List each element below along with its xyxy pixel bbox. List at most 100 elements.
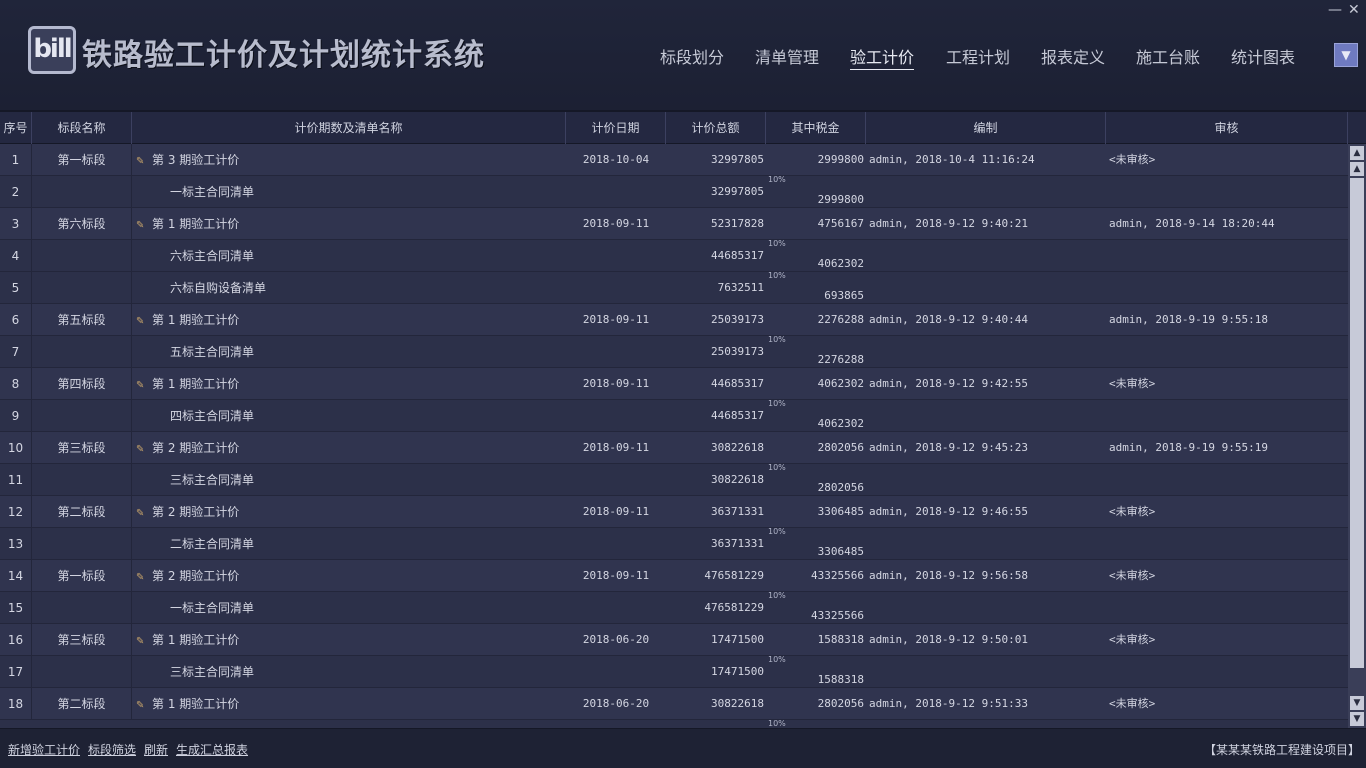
row-editor xyxy=(869,272,1105,304)
row-name-cell: 一标主合同清单 xyxy=(132,176,566,208)
header-seq[interactable]: 序号 xyxy=(0,112,32,144)
row-seq: 15 xyxy=(0,592,32,624)
row-seq: 13 xyxy=(0,528,32,560)
row-audit: <未审核> xyxy=(1109,377,1156,390)
header-name[interactable]: 计价期数及清单名称 xyxy=(132,112,566,144)
scroll-up-icon-secondary[interactable]: ▲ xyxy=(1350,162,1364,176)
pencil-icon[interactable]: ✎ xyxy=(136,434,150,464)
row-seq: 14 xyxy=(0,560,32,592)
nav-item-report-definition[interactable]: 报表定义 xyxy=(1041,44,1105,68)
pencil-icon[interactable]: ✎ xyxy=(136,210,150,240)
scroll-up-icon[interactable]: ▲ xyxy=(1350,146,1364,160)
row-name-cell: 三标主合同清单 xyxy=(132,656,566,688)
pencil-icon[interactable]: ✎ xyxy=(136,690,150,720)
table-row[interactable]: 3 第六标段 ✎ 第 1 期验工计价 2018-09-11 52317828 4756167… xyxy=(0,208,1348,240)
chevron-down-icon[interactable]: ▼ xyxy=(1334,43,1358,67)
row-name-cell: ✎ 第 1 期验工计价 xyxy=(132,624,566,656)
row-tax: 1588318 xyxy=(817,633,864,646)
table-row[interactable]: 17 三标主合同清单 17471500 10% 1588318 xyxy=(0,656,1348,688)
table-row[interactable]: 2 一标主合同清单 32997805 10% 2999800 xyxy=(0,176,1348,208)
close-icon[interactable]: ✕ xyxy=(1348,2,1360,18)
row-editor xyxy=(869,656,1105,688)
add-valuation-link[interactable]: 新增验工计价 xyxy=(8,741,80,758)
row-date: 2018-09-11 xyxy=(582,441,650,454)
row-seq: 1 xyxy=(0,144,32,176)
row-period-name: 第 3 期验工计价 xyxy=(152,153,240,167)
table-row[interactable]: 15 一标主合同清单 476581229 10% 43325566 xyxy=(0,592,1348,624)
row-total: 7632511 xyxy=(717,281,764,294)
pencil-icon[interactable]: ✎ xyxy=(136,562,150,592)
table-row[interactable]: 13 二标主合同清单 36371331 10% 3306485 xyxy=(0,528,1348,560)
header-tax[interactable]: 其中税金 xyxy=(766,112,866,144)
nav-item-list-management[interactable]: 清单管理 xyxy=(755,44,819,68)
row-name-cell: 二标主合同清单 xyxy=(132,528,566,560)
table-row[interactable]: 16 第三标段 ✎ 第 1 期验工计价 2018-06-20 17471500 158831… xyxy=(0,624,1348,656)
row-tax: 4062302 xyxy=(817,417,864,430)
header-total[interactable]: 计价总额 xyxy=(666,112,766,144)
app-logo: bill xyxy=(28,26,76,74)
row-section-name: 第六标段 xyxy=(32,208,132,240)
filter-sections-link[interactable]: 标段筛选 xyxy=(88,741,136,758)
row-audit: <未审核> xyxy=(1109,633,1156,646)
row-total: 36371331 xyxy=(711,505,764,518)
row-date xyxy=(566,176,666,208)
table-row[interactable]: 1 第一标段 ✎ 第 3 期验工计价 2018-10-04 32997805 2999800… xyxy=(0,144,1348,176)
pencil-icon[interactable]: ✎ xyxy=(136,370,150,400)
minimize-icon[interactable]: — xyxy=(1328,2,1342,18)
generate-summary-report-link[interactable]: 生成汇总报表 xyxy=(176,741,248,758)
pencil-icon[interactable]: ✎ xyxy=(136,498,150,528)
row-tax: 3306485 xyxy=(817,545,864,558)
row-period-name: 第 2 期验工计价 xyxy=(152,569,240,583)
table-row[interactable]: 4 六标主合同清单 44685317 10% 4062302 xyxy=(0,240,1348,272)
row-total: 30822618 xyxy=(711,441,764,454)
vertical-scrollbar[interactable]: ▲ ▲ ▼ ▼ xyxy=(1348,144,1366,728)
scroll-down-icon[interactable]: ▼ xyxy=(1350,696,1364,710)
project-name: 【某某某铁路工程建设项目】 xyxy=(1203,743,1360,757)
table-row[interactable]: 18 第二标段 ✎ 第 1 期验工计价 2018-06-20 30822618 280205… xyxy=(0,688,1348,720)
header-editor[interactable]: 编制 xyxy=(866,112,1106,144)
table-row-partial[interactable]: 10% xyxy=(0,720,1348,728)
row-name-cell: ✎ 第 1 期验工计价 xyxy=(132,304,566,336)
table-row[interactable]: 5 六标自购设备清单 7632511 10% 693865 xyxy=(0,272,1348,304)
row-total: 32997805 xyxy=(711,185,764,198)
scrollbar-thumb[interactable] xyxy=(1350,178,1364,668)
table-row[interactable]: 11 三标主合同清单 30822618 10% 2802056 xyxy=(0,464,1348,496)
app-title: 铁路验工计价及计划统计系统 xyxy=(82,38,485,73)
nav-item-statistics-chart[interactable]: 统计图表 xyxy=(1231,44,1295,68)
row-section-name xyxy=(32,656,132,688)
row-section-name xyxy=(32,240,132,272)
row-total: 32997805 xyxy=(711,153,764,166)
table-row[interactable]: 12 第二标段 ✎ 第 2 期验工计价 2018-09-11 36371331 330648… xyxy=(0,496,1348,528)
table-row[interactable]: 6 第五标段 ✎ 第 1 期验工计价 2018-09-11 25039173 2276288… xyxy=(0,304,1348,336)
row-tax-rate: 10% xyxy=(768,239,786,248)
table-row[interactable]: 14 第一标段 ✎ 第 2 期验工计价 2018-09-11 476581229 43325… xyxy=(0,560,1348,592)
row-tax: 2999800 xyxy=(817,153,864,166)
row-section-name xyxy=(32,592,132,624)
pencil-icon[interactable]: ✎ xyxy=(136,626,150,656)
row-total: 25039173 xyxy=(711,313,764,326)
row-audit xyxy=(1109,240,1345,272)
refresh-link[interactable]: 刷新 xyxy=(144,741,168,758)
row-list-name: 一标主合同清单 xyxy=(170,601,255,615)
table-row[interactable]: 9 四标主合同清单 44685317 10% 4062302 xyxy=(0,400,1348,432)
row-seq: 6 xyxy=(0,304,32,336)
header-section[interactable]: 标段名称 xyxy=(32,112,132,144)
app-header: bill 铁路验工计价及计划统计系统 标段划分 清单管理 验工计价 工程计划 报… xyxy=(0,0,1366,110)
pencil-icon[interactable]: ✎ xyxy=(136,306,150,336)
nav-item-valuation[interactable]: 验工计价 xyxy=(850,44,915,70)
scroll-down-icon-secondary[interactable]: ▼ xyxy=(1350,712,1364,726)
footer-bar: 新增验工计价 标段筛选 刷新 生成汇总报表 【某某某铁路工程建设项目】 xyxy=(0,728,1366,768)
nav-item-project-plan[interactable]: 工程计划 xyxy=(946,44,1010,68)
header-date[interactable]: 计价日期 xyxy=(566,112,666,144)
table-row[interactable]: 8 第四标段 ✎ 第 1 期验工计价 2018-09-11 44685317 4062302… xyxy=(0,368,1348,400)
row-period-name: 第 1 期验工计价 xyxy=(152,377,240,391)
nav-item-construction-ledger[interactable]: 施工台账 xyxy=(1136,44,1200,68)
nav-item-section-division[interactable]: 标段划分 xyxy=(660,44,724,68)
row-name-cell: ✎ 第 3 期验工计价 xyxy=(132,144,566,176)
table-row[interactable]: 10 第三标段 ✎ 第 2 期验工计价 2018-09-11 30822618 280205… xyxy=(0,432,1348,464)
grid-rows: 1 第一标段 ✎ 第 3 期验工计价 2018-10-04 32997805 2999800… xyxy=(0,144,1348,728)
row-name-cell: 五标主合同清单 xyxy=(132,336,566,368)
pencil-icon[interactable]: ✎ xyxy=(136,146,150,176)
table-row[interactable]: 7 五标主合同清单 25039173 10% 2276288 xyxy=(0,336,1348,368)
header-audit[interactable]: 审核 xyxy=(1106,112,1348,144)
